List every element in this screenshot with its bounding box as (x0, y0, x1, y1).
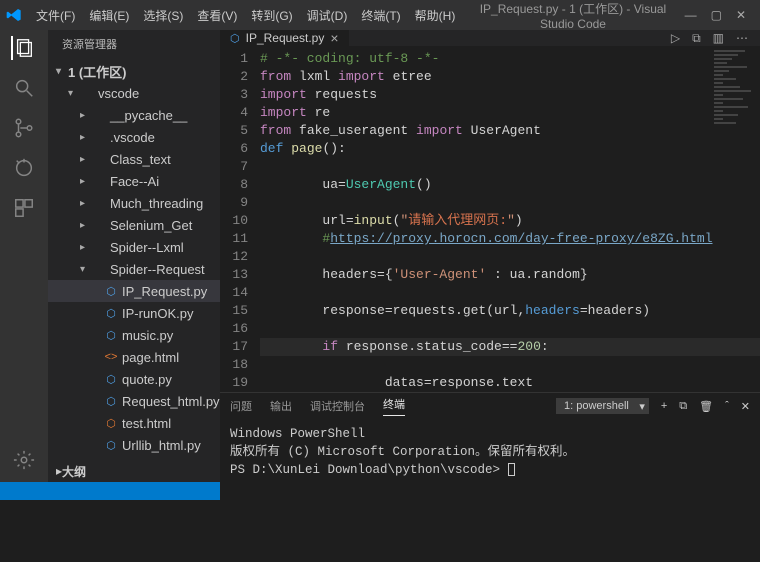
menu-item[interactable]: 转到(G) (245, 4, 298, 27)
run-button[interactable]: ▷ (671, 31, 680, 45)
menu-item[interactable]: 调试(D) (301, 4, 354, 27)
close-panel-button[interactable]: ✕ (741, 400, 750, 413)
code-editor[interactable]: 12345678910111213141516171819 # -*- codi… (220, 46, 760, 392)
folder-item[interactable]: ▸Much_threading (48, 192, 220, 214)
folder-item[interactable]: ▸Class_text (48, 148, 220, 170)
file-item[interactable]: ⬡test.html (48, 412, 220, 434)
split-terminal-button[interactable]: ⧉ (679, 400, 687, 413)
editor-actions: ▷ ⧉ ▥ ⋯ (671, 30, 760, 46)
code-lines[interactable]: # -*- coding: utf-8 -*-from lxml import … (260, 50, 760, 392)
menu-item[interactable]: 查看(V) (191, 4, 243, 27)
terminal-selector[interactable]: 1: powershell▾ (556, 398, 649, 414)
panel-tabs: 问题 输出 调试控制台 终端 1: powershell▾ + ⧉ 🗑 ˆ ✕ (220, 393, 760, 419)
bottom-panel: 问题 输出 调试控制台 终端 1: powershell▾ + ⧉ 🗑 ˆ ✕ Windows P… (220, 392, 760, 562)
close-tab-button[interactable]: × (330, 30, 338, 46)
python-file-icon: ⬡ (230, 32, 240, 45)
kill-terminal-button[interactable]: 🗑 (699, 400, 713, 413)
tab-title: IP_Request.py (246, 31, 325, 45)
file-item[interactable]: <>page.html (48, 346, 220, 368)
menu-item[interactable]: 编辑(E) (83, 4, 135, 27)
window-controls: — ▢ ✕ (685, 8, 754, 22)
more-actions-button[interactable]: ⋯ (736, 31, 748, 45)
close-window-button[interactable]: ✕ (736, 8, 746, 22)
new-terminal-button[interactable]: + (661, 400, 667, 412)
file-item[interactable]: ⬡quote.py (48, 368, 220, 390)
menu-item[interactable]: 选择(S) (137, 4, 189, 27)
search-icon[interactable] (12, 76, 36, 100)
editor-area: ⬡ IP_Request.py × ▷ ⧉ ▥ ⋯ 12345678910111… (220, 30, 760, 482)
split-editor-button[interactable]: ⧉ (692, 31, 701, 46)
outline-section[interactable]: ▸大纲 (48, 460, 220, 482)
file-item[interactable]: ⬡music.py (48, 324, 220, 346)
explorer-title: 资源管理器 (48, 30, 220, 60)
workspace-root[interactable]: ▾1 (工作区) (48, 60, 220, 82)
title-bar: 文件(F)编辑(E)选择(S)查看(V)转到(G)调试(D)终端(T)帮助(H)… (0, 0, 760, 30)
vscode-icon (6, 7, 22, 23)
explorer-icon[interactable] (11, 36, 35, 60)
debug-icon[interactable] (12, 156, 36, 180)
line-numbers: 12345678910111213141516171819 (220, 50, 260, 392)
menu-item[interactable]: 帮助(H) (409, 4, 462, 27)
activity-bar (0, 30, 48, 482)
maximize-panel-button[interactable]: ˆ (725, 400, 729, 412)
folder-item[interactable]: ▸Selenium_Get (48, 214, 220, 236)
minimap[interactable] (714, 50, 758, 170)
source-control-icon[interactable] (12, 116, 36, 140)
file-item[interactable]: ⬡Request_html.py (48, 390, 220, 412)
folder-item[interactable]: ▸__pycache__ (48, 104, 220, 126)
layout-button[interactable]: ▥ (713, 31, 724, 45)
file-item[interactable]: ⬡IP-runOK.py (48, 302, 220, 324)
folder-item[interactable]: ▾Spider--Request (48, 258, 220, 280)
extensions-icon[interactable] (12, 196, 36, 220)
maximize-button[interactable]: ▢ (711, 8, 722, 22)
file-item[interactable]: ⬡IP_Request.py (48, 280, 220, 302)
folder-item[interactable]: ▸Face--Ai (48, 170, 220, 192)
panel-tab[interactable]: 输出 (270, 398, 292, 414)
minimize-button[interactable]: — (685, 8, 697, 22)
editor-tabs: ⬡ IP_Request.py × ▷ ⧉ ▥ ⋯ (220, 30, 760, 46)
panel-tab[interactable]: 问题 (230, 398, 252, 414)
explorer-sidebar: 资源管理器 ▾1 (工作区) ▾vscode▸__pycache__▸.vsco… (48, 30, 220, 482)
menu-bar: 文件(F)编辑(E)选择(S)查看(V)转到(G)调试(D)终端(T)帮助(H) (30, 4, 461, 27)
folder-item[interactable]: ▾vscode (48, 82, 220, 104)
settings-gear-icon[interactable] (12, 448, 36, 472)
panel-tab[interactable]: 调试控制台 (310, 398, 365, 414)
window-title: IP_Request.py - 1 (工作区) - Visual Studio … (461, 0, 684, 31)
panel-tab[interactable]: 终端 (383, 396, 405, 416)
file-tree: ▾1 (工作区) ▾vscode▸__pycache__▸.vscode▸Cla… (48, 60, 220, 460)
file-item[interactable]: ⬡Urllib_html.py (48, 434, 220, 456)
editor-tab[interactable]: ⬡ IP_Request.py × (220, 30, 350, 46)
folder-item[interactable]: ▸.vscode (48, 126, 220, 148)
menu-item[interactable]: 终端(T) (355, 4, 406, 27)
folder-item[interactable]: ▸Spider--Lxml (48, 236, 220, 258)
menu-item[interactable]: 文件(F) (30, 4, 81, 27)
terminal[interactable]: Windows PowerShell版权所有 (C) Microsoft Cor… (220, 419, 760, 562)
